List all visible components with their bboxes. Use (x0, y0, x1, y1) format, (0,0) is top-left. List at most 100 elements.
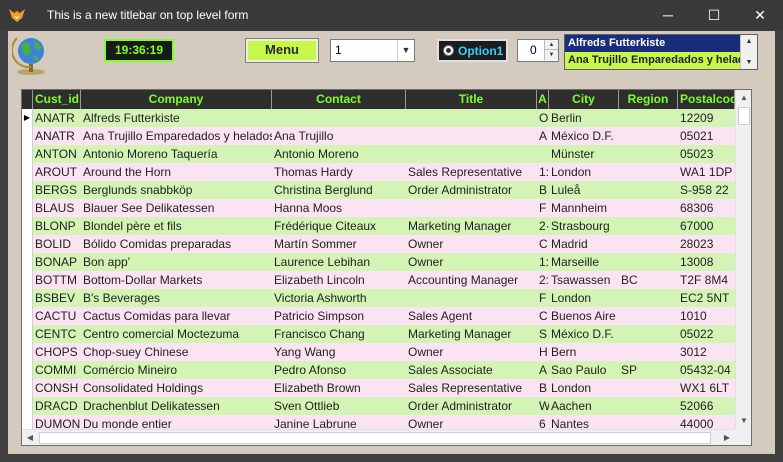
cell-cust-id[interactable]: BLONP (33, 217, 81, 235)
cell-region[interactable]: SP (619, 361, 678, 379)
column-header-region[interactable]: Region (619, 90, 678, 109)
cell-address[interactable]: S (537, 325, 549, 343)
cell-address[interactable] (537, 145, 549, 163)
horizontal-scrollbar[interactable]: ◀ ▶ (22, 429, 735, 445)
number-combobox[interactable]: 1 ▼ (330, 39, 415, 62)
cell-cust-id[interactable]: CHOPS (33, 343, 81, 361)
cell-address[interactable]: 2: (537, 271, 549, 289)
cell-city[interactable]: Berlin (549, 109, 619, 127)
row-selector[interactable] (22, 397, 33, 415)
cell-city[interactable]: London (549, 379, 619, 397)
cell-cust-id[interactable]: ANATR (33, 109, 81, 127)
cell-postalcode[interactable]: 13008 (678, 253, 735, 271)
cell-city[interactable]: Strasbourg (549, 217, 619, 235)
cell-title[interactable]: Sales Agent (406, 307, 537, 325)
row-selector[interactable] (22, 271, 33, 289)
cell-region[interactable] (619, 217, 678, 235)
cell-cust-id[interactable]: ANTON (33, 145, 81, 163)
cell-cust-id[interactable]: CENTC (33, 325, 81, 343)
table-row[interactable]: BOTTM Bottom-Dollar Markets Elizabeth Linc… (22, 271, 735, 289)
row-selector[interactable] (22, 163, 33, 181)
cell-contact[interactable]: Hanna Moos (272, 199, 406, 217)
cell-contact[interactable]: Elizabeth Brown (272, 379, 406, 397)
cell-contact[interactable]: Frédérique Citeaux (272, 217, 406, 235)
cell-cust-id[interactable]: ANATR (33, 127, 81, 145)
cell-title[interactable] (406, 127, 537, 145)
cell-title[interactable]: Owner (406, 343, 537, 361)
cell-region[interactable] (619, 163, 678, 181)
cell-company[interactable]: Du monde entier (81, 415, 272, 429)
cell-cust-id[interactable]: CACTU (33, 307, 81, 325)
scroll-thumb[interactable] (738, 107, 750, 125)
row-selector[interactable] (22, 379, 33, 397)
scroll-down-icon[interactable]: ▼ (736, 413, 751, 429)
cell-title[interactable]: Sales Associate (406, 361, 537, 379)
cell-address[interactable]: 1: (537, 253, 549, 271)
table-row[interactable]: BERGS Berglunds snabbköp Christina Berglun… (22, 181, 735, 199)
cell-region[interactable] (619, 199, 678, 217)
cell-address[interactable]: C (537, 235, 549, 253)
row-selector[interactable] (22, 253, 33, 271)
row-selector[interactable] (22, 325, 33, 343)
cell-city[interactable]: London (549, 163, 619, 181)
cell-contact[interactable]: Pedro Afonso (272, 361, 406, 379)
cell-region[interactable] (619, 343, 678, 361)
cell-contact[interactable]: Laurence Lebihan (272, 253, 406, 271)
cell-address[interactable]: O (537, 109, 549, 127)
cell-contact[interactable]: Martín Sommer (272, 235, 406, 253)
cell-address[interactable]: F (537, 199, 549, 217)
cell-cust-id[interactable]: DRACD (33, 397, 81, 415)
cell-postalcode[interactable]: WA1 1DP (678, 163, 735, 181)
company-listbox[interactable]: Alfreds Futterkiste Ana Trujillo Empared… (564, 34, 758, 70)
cell-title[interactable]: Accounting Manager (406, 271, 537, 289)
current-row-indicator[interactable]: ▶ (22, 109, 33, 127)
listbox-item[interactable]: Alfreds Futterkiste (565, 35, 741, 52)
option1-radio[interactable]: Option1 (437, 39, 508, 62)
scroll-thumb[interactable] (39, 432, 711, 444)
cell-postalcode[interactable]: 05432-04 (678, 361, 735, 379)
cell-address[interactable]: 6 (537, 415, 549, 429)
table-row[interactable]: ▶ ANATR Alfreds Futterkiste O Berlin 12209 (22, 109, 735, 127)
cell-cust-id[interactable]: DUMON (33, 415, 81, 429)
cell-title[interactable]: Owner (406, 253, 537, 271)
scroll-up-icon[interactable]: ▲ (741, 36, 757, 47)
table-row[interactable]: BSBEV B's Beverages Victoria Ashworth F Lond… (22, 289, 735, 307)
cell-title[interactable] (406, 289, 537, 307)
cell-cust-id[interactable]: BERGS (33, 181, 81, 199)
cell-postalcode[interactable]: 28023 (678, 235, 735, 253)
cell-company[interactable]: Bólido Comidas preparadas (81, 235, 272, 253)
cell-address[interactable]: W (537, 397, 549, 415)
cell-title[interactable]: Marketing Manager (406, 217, 537, 235)
listbox-scrollbar[interactable]: ▲ ▼ (740, 35, 757, 69)
row-selector[interactable] (22, 289, 33, 307)
cell-region[interactable] (619, 253, 678, 271)
cell-postalcode[interactable]: EC2 5NT (678, 289, 735, 307)
cell-region[interactable] (619, 415, 678, 429)
scroll-up-icon[interactable]: ▲ (736, 90, 751, 106)
cell-address[interactable]: 2· (537, 217, 549, 235)
cell-address[interactable]: B (537, 379, 549, 397)
cell-address[interactable]: A (537, 127, 549, 145)
column-header-postalcode[interactable]: Postalcod (678, 90, 735, 109)
cell-company[interactable]: B's Beverages (81, 289, 272, 307)
cell-region[interactable] (619, 109, 678, 127)
cell-company[interactable]: Centro comercial Moctezuma (81, 325, 272, 343)
cell-postalcode[interactable]: 05021 (678, 127, 735, 145)
title-bar[interactable]: This is a new titlebar on top level form… (0, 0, 783, 31)
spin-down-icon[interactable]: ▼ (544, 50, 558, 60)
cell-postalcode[interactable]: 05023 (678, 145, 735, 163)
cell-city[interactable]: Aachen (549, 397, 619, 415)
number-spinner[interactable]: 0 ▲ ▼ (517, 39, 559, 62)
cell-city[interactable]: London (549, 289, 619, 307)
column-header-company[interactable]: Company (81, 90, 272, 109)
table-row[interactable]: CHOPS Chop-suey Chinese Yang Wang Owner H Ber… (22, 343, 735, 361)
cell-postalcode[interactable]: WX1 6LT (678, 379, 735, 397)
cell-title[interactable]: Owner (406, 415, 537, 429)
cell-region[interactable] (619, 307, 678, 325)
table-row[interactable]: CONSH Consolidated Holdings Elizabeth Brow… (22, 379, 735, 397)
cell-cust-id[interactable]: BSBEV (33, 289, 81, 307)
cell-postalcode[interactable]: 3012 (678, 343, 735, 361)
cell-cust-id[interactable]: CONSH (33, 379, 81, 397)
cell-address[interactable]: H (537, 343, 549, 361)
cell-title[interactable]: Marketing Manager (406, 325, 537, 343)
